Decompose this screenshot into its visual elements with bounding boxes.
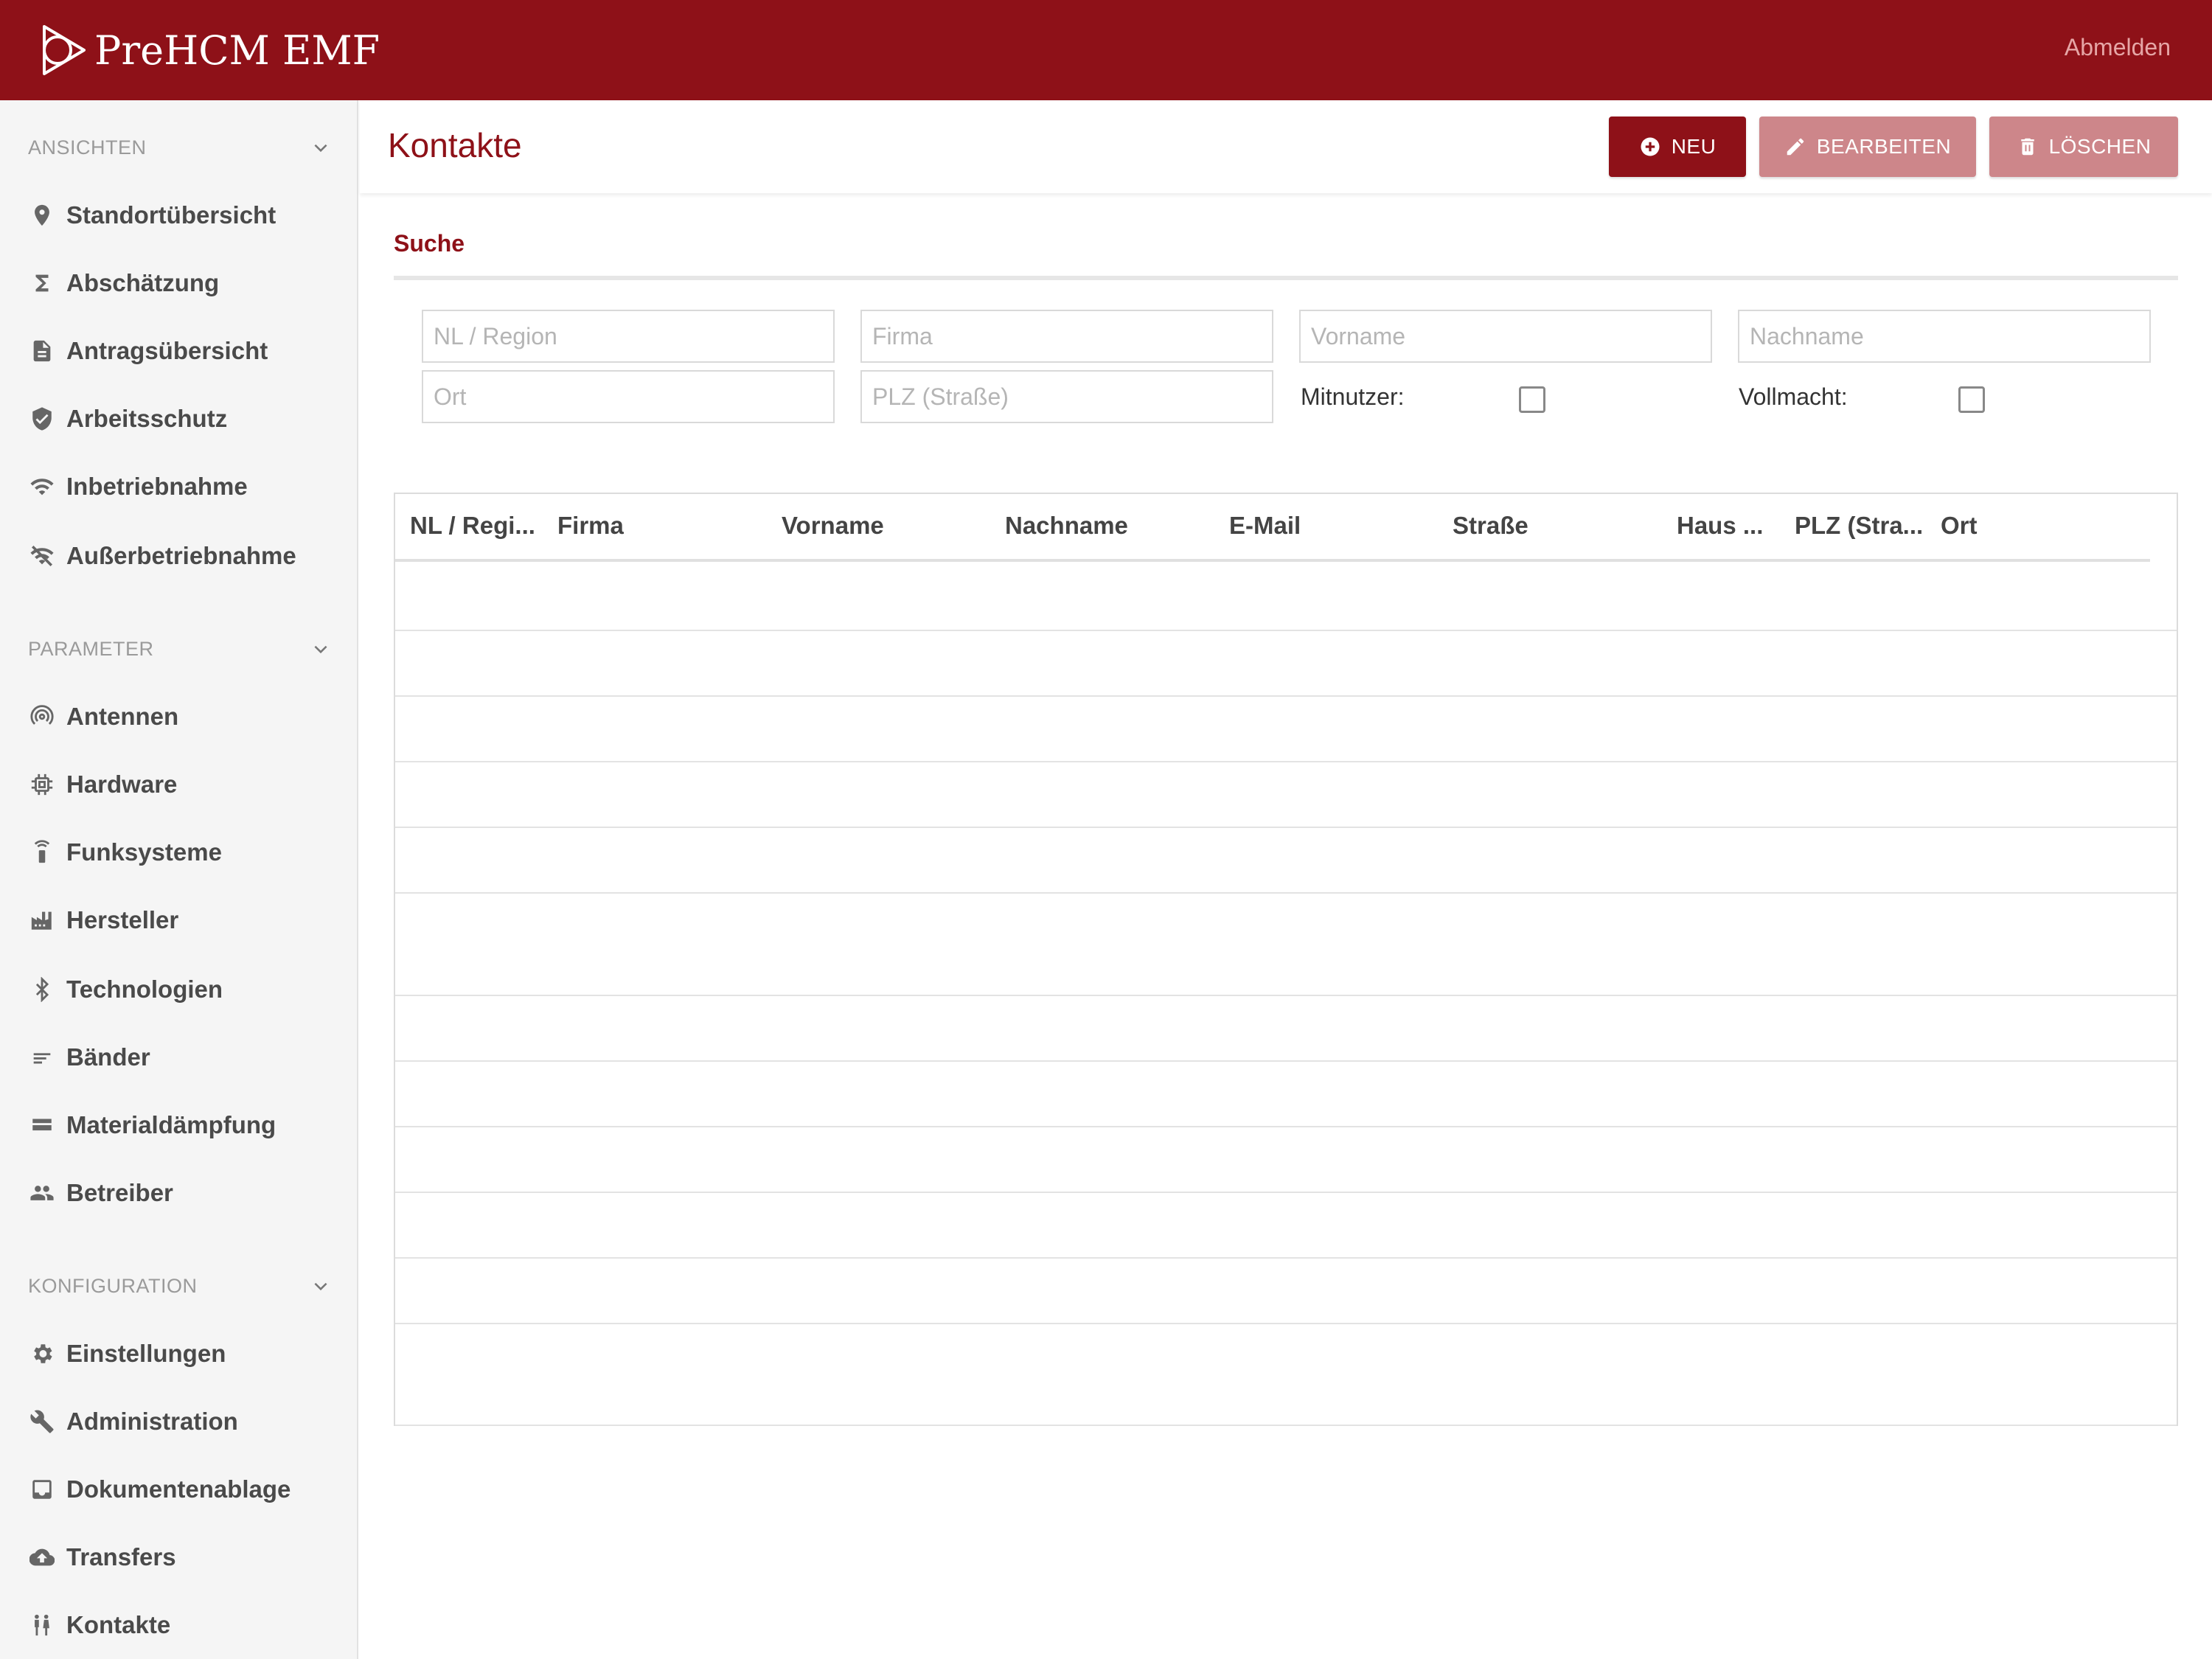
logout-link[interactable]: Abmelden [2065, 34, 2171, 61]
region-search-input[interactable] [422, 310, 835, 363]
wifi-icon [28, 473, 56, 501]
sidebar-item-dokumentenablage[interactable]: Dokumentenablage [28, 1469, 338, 1510]
sidebar: ANSICHTEN Standortübersicht Abschätzung … [0, 100, 358, 1659]
sidebar-item-betreiber[interactable]: Betreiber [28, 1172, 338, 1214]
sidebar-item-antennen[interactable]: Antennen [28, 696, 338, 737]
page-title: Kontakte [388, 126, 522, 164]
table-row[interactable] [395, 1193, 2177, 1259]
vollmacht-checkbox[interactable] [1958, 386, 1985, 413]
column-header-firma[interactable]: Firma [557, 512, 624, 540]
section-title: PARAMETER [28, 637, 154, 660]
table-row[interactable] [395, 1324, 2177, 1426]
table-row[interactable] [395, 762, 2177, 828]
search-divider [394, 276, 2178, 280]
sidebar-item-ausserbetriebnahme[interactable]: Außerbetriebnahme [28, 535, 338, 577]
sidebar-item-arbeitsschutz[interactable]: Arbeitsschutz [28, 398, 338, 439]
table-row[interactable] [395, 631, 2177, 697]
sidebar-item-antragsuebersicht[interactable]: Antragsübersicht [28, 330, 338, 372]
contacts-table: NL / Regi... Firma Vorname Nachname E-Ma… [394, 493, 2178, 1426]
section-title: ANSICHTEN [28, 136, 147, 159]
section-parameter[interactable]: PARAMETER [28, 634, 330, 664]
radio-tower-icon [28, 838, 56, 866]
wrench-icon [28, 1408, 56, 1436]
page-header: Kontakte NEU BEARBEITEN LÖSCHEN [360, 100, 2212, 193]
edit-button[interactable]: BEARBEITEN [1759, 116, 1976, 177]
app-logo[interactable]: PreHCM EMF [38, 21, 380, 80]
people-icon [28, 1179, 56, 1207]
sidebar-item-transfers[interactable]: Transfers [28, 1537, 338, 1578]
plz-search-input[interactable] [860, 370, 1273, 423]
mitnutzer-checkbox[interactable] [1519, 386, 1545, 413]
sidebar-item-funksysteme[interactable]: Funksysteme [28, 832, 338, 873]
sidebar-item-administration[interactable]: Administration [28, 1401, 338, 1442]
sidebar-item-abschaetzung[interactable]: Abschätzung [28, 262, 338, 304]
wifi-off-icon [28, 542, 56, 570]
section-konfiguration[interactable]: KONFIGURATION [28, 1271, 330, 1301]
section-title: KONFIGURATION [28, 1274, 198, 1297]
sidebar-item-einstellungen[interactable]: Einstellungen [28, 1333, 338, 1374]
vorname-search-input[interactable] [1299, 310, 1712, 363]
factory-icon [28, 906, 56, 934]
material-icon [28, 1111, 56, 1139]
sidebar-item-materialdaempfung[interactable]: Materialdämpfung [28, 1105, 338, 1146]
sidebar-item-kontakte[interactable]: Kontakte [28, 1604, 338, 1646]
column-header-ort[interactable]: Ort [1941, 512, 1978, 540]
table-row[interactable] [395, 565, 2177, 631]
column-header-hausnummer[interactable]: Haus ... [1677, 512, 1763, 540]
logo-icon [43, 25, 86, 75]
search-section-title: Suche [394, 230, 465, 257]
firma-search-input[interactable] [860, 310, 1273, 363]
edit-button-label: BEARBEITEN [1816, 135, 1952, 158]
sidebar-item-inbetriebnahme[interactable]: Inbetriebnahme [28, 466, 338, 507]
ort-search-input[interactable] [422, 370, 835, 423]
chip-icon [28, 771, 56, 799]
gear-icon [28, 1340, 56, 1368]
chevron-down-icon [311, 138, 330, 157]
lines-icon [28, 1043, 56, 1071]
cloud-upload-icon [28, 1543, 56, 1571]
sidebar-item-hersteller[interactable]: Hersteller [28, 900, 338, 941]
table-row[interactable] [395, 894, 2177, 996]
new-button-label: NEU [1671, 135, 1717, 158]
column-header-vorname[interactable]: Vorname [782, 512, 884, 540]
nachname-search-input[interactable] [1738, 310, 2151, 363]
chevron-down-icon [311, 1276, 330, 1295]
table-row[interactable] [395, 996, 2177, 1062]
sidebar-item-technologien[interactable]: Technologien [28, 969, 338, 1010]
table-row[interactable] [395, 697, 2177, 762]
sidebar-item-standortuebersicht[interactable]: Standortübersicht [28, 195, 338, 236]
contacts-icon [28, 1611, 56, 1639]
column-header-nachname[interactable]: Nachname [1005, 512, 1128, 540]
table-row[interactable] [395, 1259, 2177, 1324]
app-header: PreHCM EMF Abmelden [0, 0, 2212, 100]
vollmacht-label: Vollmacht: [1739, 383, 1848, 410]
trash-icon [2020, 138, 2034, 156]
map-pin-icon [28, 201, 56, 229]
sidebar-item-hardware[interactable]: Hardware [28, 764, 338, 805]
sidebar-item-baender[interactable]: Bänder [28, 1037, 338, 1078]
document-icon [28, 337, 56, 365]
sigma-icon [28, 269, 56, 297]
table-header: NL / Regi... Firma Vorname Nachname E-Ma… [395, 494, 2150, 562]
chevron-down-icon [311, 639, 330, 658]
app-brand: PreHCM EMF [94, 27, 380, 74]
column-header-region[interactable]: NL / Regi... [410, 512, 535, 540]
shield-icon [28, 405, 56, 433]
table-row[interactable] [395, 1127, 2177, 1193]
column-header-email[interactable]: E-Mail [1229, 512, 1301, 540]
table-row[interactable] [395, 828, 2177, 894]
section-ansichten[interactable]: ANSICHTEN [28, 133, 330, 162]
pencil-icon [1787, 138, 1804, 156]
table-row[interactable] [395, 1062, 2177, 1127]
column-header-plz[interactable]: PLZ (Stra... [1795, 512, 1923, 540]
delete-button-label: LÖSCHEN [2048, 135, 2152, 158]
delete-button[interactable]: LÖSCHEN [1989, 116, 2178, 177]
bluetooth-icon [28, 975, 56, 1004]
column-header-strasse[interactable]: Straße [1453, 512, 1528, 540]
plus-circle-icon [1641, 137, 1660, 156]
inbox-icon [28, 1475, 56, 1503]
new-button[interactable]: NEU [1609, 116, 1746, 177]
antenna-icon [28, 703, 56, 731]
mitnutzer-label: Mitnutzer: [1301, 383, 1405, 410]
